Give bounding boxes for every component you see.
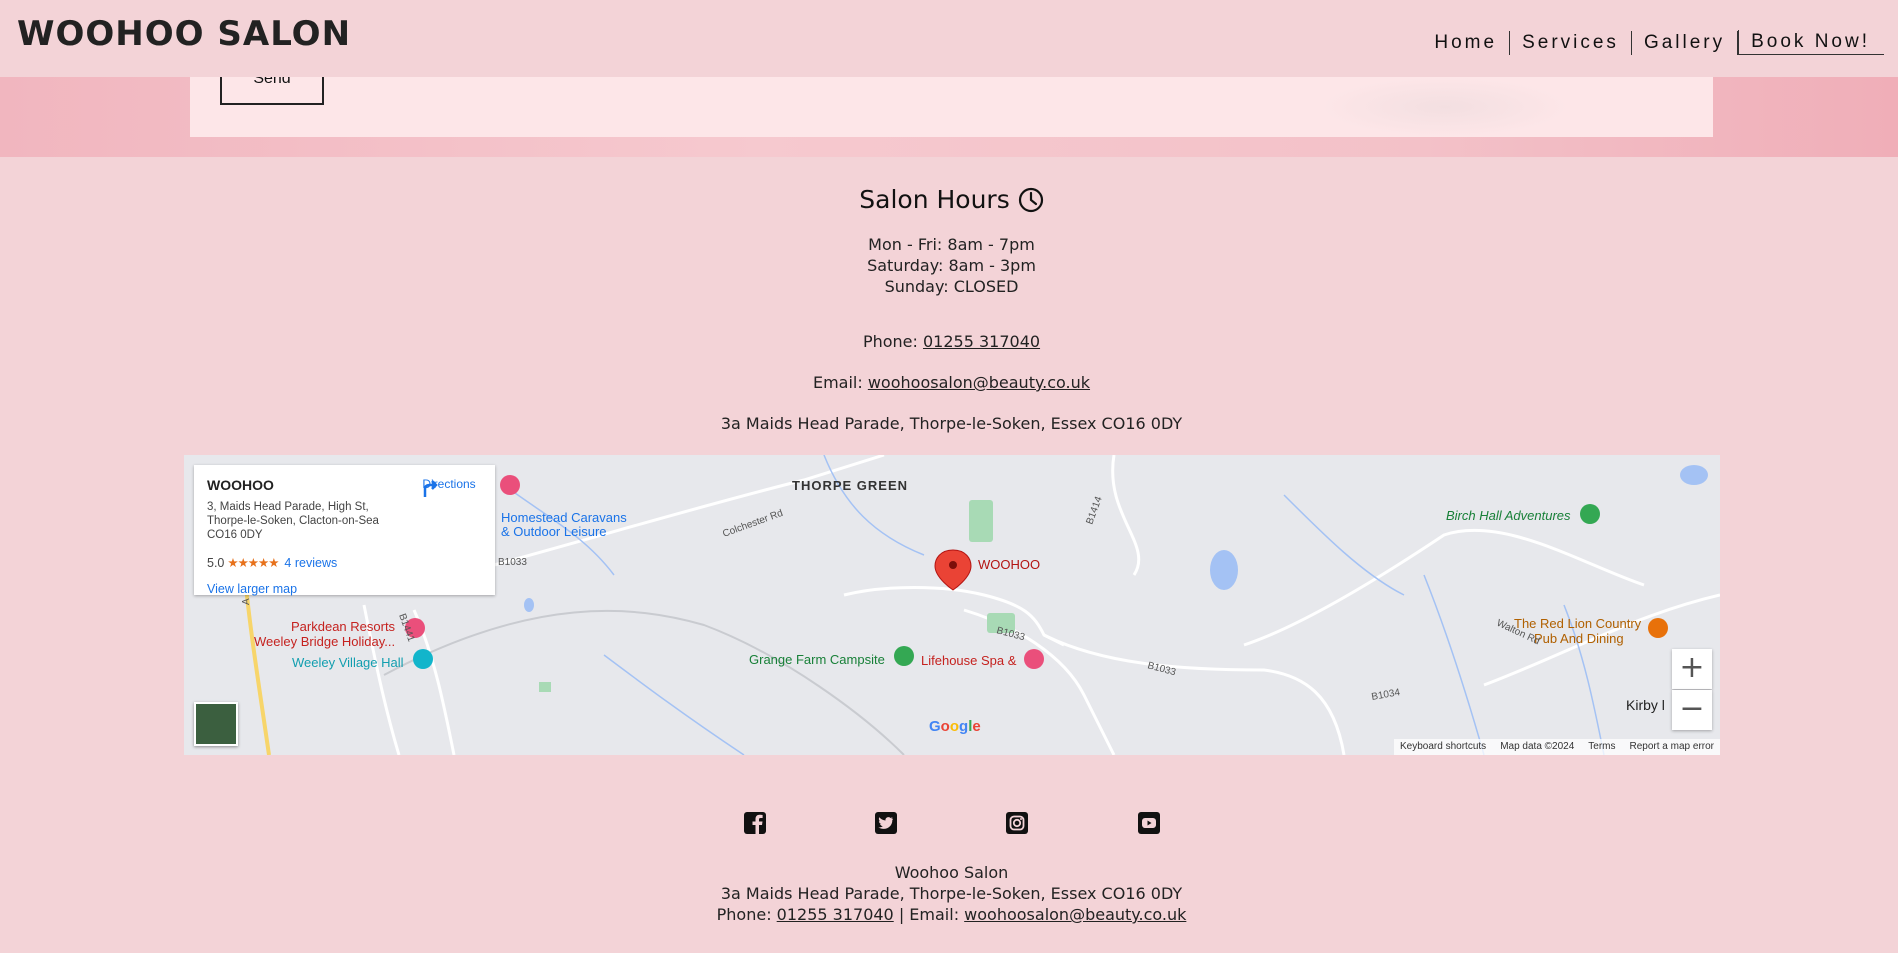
place-card: WOOHOO 3, Maids Head Parade, High St, Th… xyxy=(194,465,495,596)
email-label: Email: xyxy=(812,373,868,392)
map-data-text: Map data ©2024 xyxy=(1500,741,1575,752)
map-label-kirby: Kirby l xyxy=(1626,697,1665,713)
zoom-in-button[interactable]: + xyxy=(1672,649,1712,689)
zoom-out-button[interactable]: − xyxy=(1672,690,1712,730)
road-label-b1414: B1414 xyxy=(1084,495,1104,526)
contact-address: 3a Maids Head Parade, Thorpe-le-Soken, E… xyxy=(720,414,1183,433)
hours-sunday: Sunday: CLOSED xyxy=(884,277,1019,296)
site-logo[interactable]: WOOHOO SALON xyxy=(17,14,351,54)
map-label-weeley: Weeley Village Hall xyxy=(292,655,404,670)
rating-stars: ★★★★★ xyxy=(227,556,279,570)
map-label-parkdean: Parkdean Resorts xyxy=(291,619,396,634)
road-label-b1033-2: B1033 xyxy=(1146,660,1177,678)
place-name: WOOHOO xyxy=(207,477,274,493)
footer-phone-link[interactable]: 01255 317040 xyxy=(777,905,894,924)
clock-icon xyxy=(1018,187,1043,212)
google-logo: Google xyxy=(929,718,981,735)
footer-contact: Phone: 01255 317040 | Email: woohoosalon… xyxy=(0,904,1898,925)
hours-saturday: Saturday: 8am - 3pm xyxy=(867,256,1036,275)
nav-home[interactable]: Home xyxy=(1422,30,1511,55)
map-label-redlion: The Red Lion Country xyxy=(1514,616,1642,631)
road-label-b1034: B1034 xyxy=(1371,687,1402,703)
map-label-grange: Grange Farm Campsite xyxy=(749,652,885,667)
map-label-redlion-2: Pub And Dining xyxy=(1534,631,1624,646)
map-label-lifehouse: Lifehouse Spa & xyxy=(921,653,1017,668)
footer-phone-label: Phone: xyxy=(716,905,777,924)
road-label-b1033-3: B1033 xyxy=(498,557,527,568)
directions-icon xyxy=(423,480,438,497)
map-label-caravans-2: & Outdoor Leisure xyxy=(501,524,607,539)
phone-label: Phone: xyxy=(862,332,923,351)
map-label-birch: Birch Hall Adventures xyxy=(1446,508,1571,523)
map-label-caravans: Homestead Caravans xyxy=(501,510,627,525)
footer-address: 3a Maids Head Parade, Thorpe-le-Soken, E… xyxy=(720,884,1183,903)
view-larger-map-link[interactable]: View larger map xyxy=(207,582,297,596)
instagram-icon[interactable] xyxy=(1004,810,1030,836)
hours-list: Mon - Fri: 8am - 7pm Saturday: 8am - 3pm… xyxy=(0,234,1898,297)
reviews-link[interactable]: 4 reviews xyxy=(284,556,337,570)
youtube-icon[interactable] xyxy=(1136,810,1162,836)
site-footer: Woohoo Salon 3a Maids Head Parade, Thorp… xyxy=(0,862,1898,925)
map-footer: Keyboard shortcuts Map data ©2024 Terms … xyxy=(1394,739,1720,755)
nav-book-now[interactable]: Book Now! xyxy=(1738,30,1884,55)
main-nav: Home Services Gallery Book Now! xyxy=(1422,30,1884,55)
site-header: WOOHOO SALON Home Services Gallery Book … xyxy=(0,0,1898,77)
contact-phone: Phone: 01255 317040 xyxy=(0,332,1898,351)
satellite-toggle[interactable] xyxy=(194,702,238,746)
salon-hours-title: Salon Hours xyxy=(859,185,1043,214)
directions-button[interactable]: Directions xyxy=(419,477,479,497)
footer-email-link[interactable]: woohoosalon@beauty.co.uk xyxy=(964,905,1186,924)
phone-link[interactable]: 01255 317040 xyxy=(923,332,1040,351)
keyboard-shortcuts-link[interactable]: Keyboard shortcuts xyxy=(1400,739,1486,755)
place-rating: 5.0 ★★★★★ 4 reviews xyxy=(207,555,337,570)
hours-weekday: Mon - Fri: 8am - 7pm xyxy=(868,235,1035,254)
rating-value: 5.0 xyxy=(207,556,225,570)
road-label-a: A xyxy=(241,598,252,605)
google-map[interactable]: THORPE GREEN WOOHOO Homestead Caravans &… xyxy=(184,455,1720,755)
nav-gallery[interactable]: Gallery xyxy=(1632,30,1739,55)
salon-hours-heading: Salon Hours xyxy=(859,185,1010,214)
decorative-image xyxy=(1320,77,1570,137)
twitter-icon[interactable] xyxy=(873,810,899,836)
footer-name: Woohoo Salon xyxy=(894,863,1009,882)
report-error-link[interactable]: Report a map error xyxy=(1630,739,1714,755)
facebook-icon[interactable] xyxy=(742,810,768,836)
road-label-colchester: Colchester Rd xyxy=(721,508,784,540)
place-address: 3, Maids Head Parade, High St, Thorpe-le… xyxy=(207,501,379,541)
salon-hours-section: Salon Hours Mon - Fri: 8am - 7pm Saturda… xyxy=(0,185,1898,297)
map-label-parkdean-2: Weeley Bridge Holiday... xyxy=(254,634,395,649)
contact-email: Email: woohoosalon@beauty.co.uk xyxy=(0,373,1898,392)
road-label-b1033-1: B1033 xyxy=(995,625,1026,643)
terms-link[interactable]: Terms xyxy=(1588,739,1615,755)
map-label-town: THORPE GREEN xyxy=(792,478,908,493)
contact-form-panel xyxy=(190,77,1713,137)
nav-services[interactable]: Services xyxy=(1510,30,1632,55)
email-link[interactable]: woohoosalon@beauty.co.uk xyxy=(868,373,1090,392)
footer-separator: | Email: xyxy=(893,905,965,924)
map-label-pin: WOOHOO xyxy=(978,557,1040,572)
